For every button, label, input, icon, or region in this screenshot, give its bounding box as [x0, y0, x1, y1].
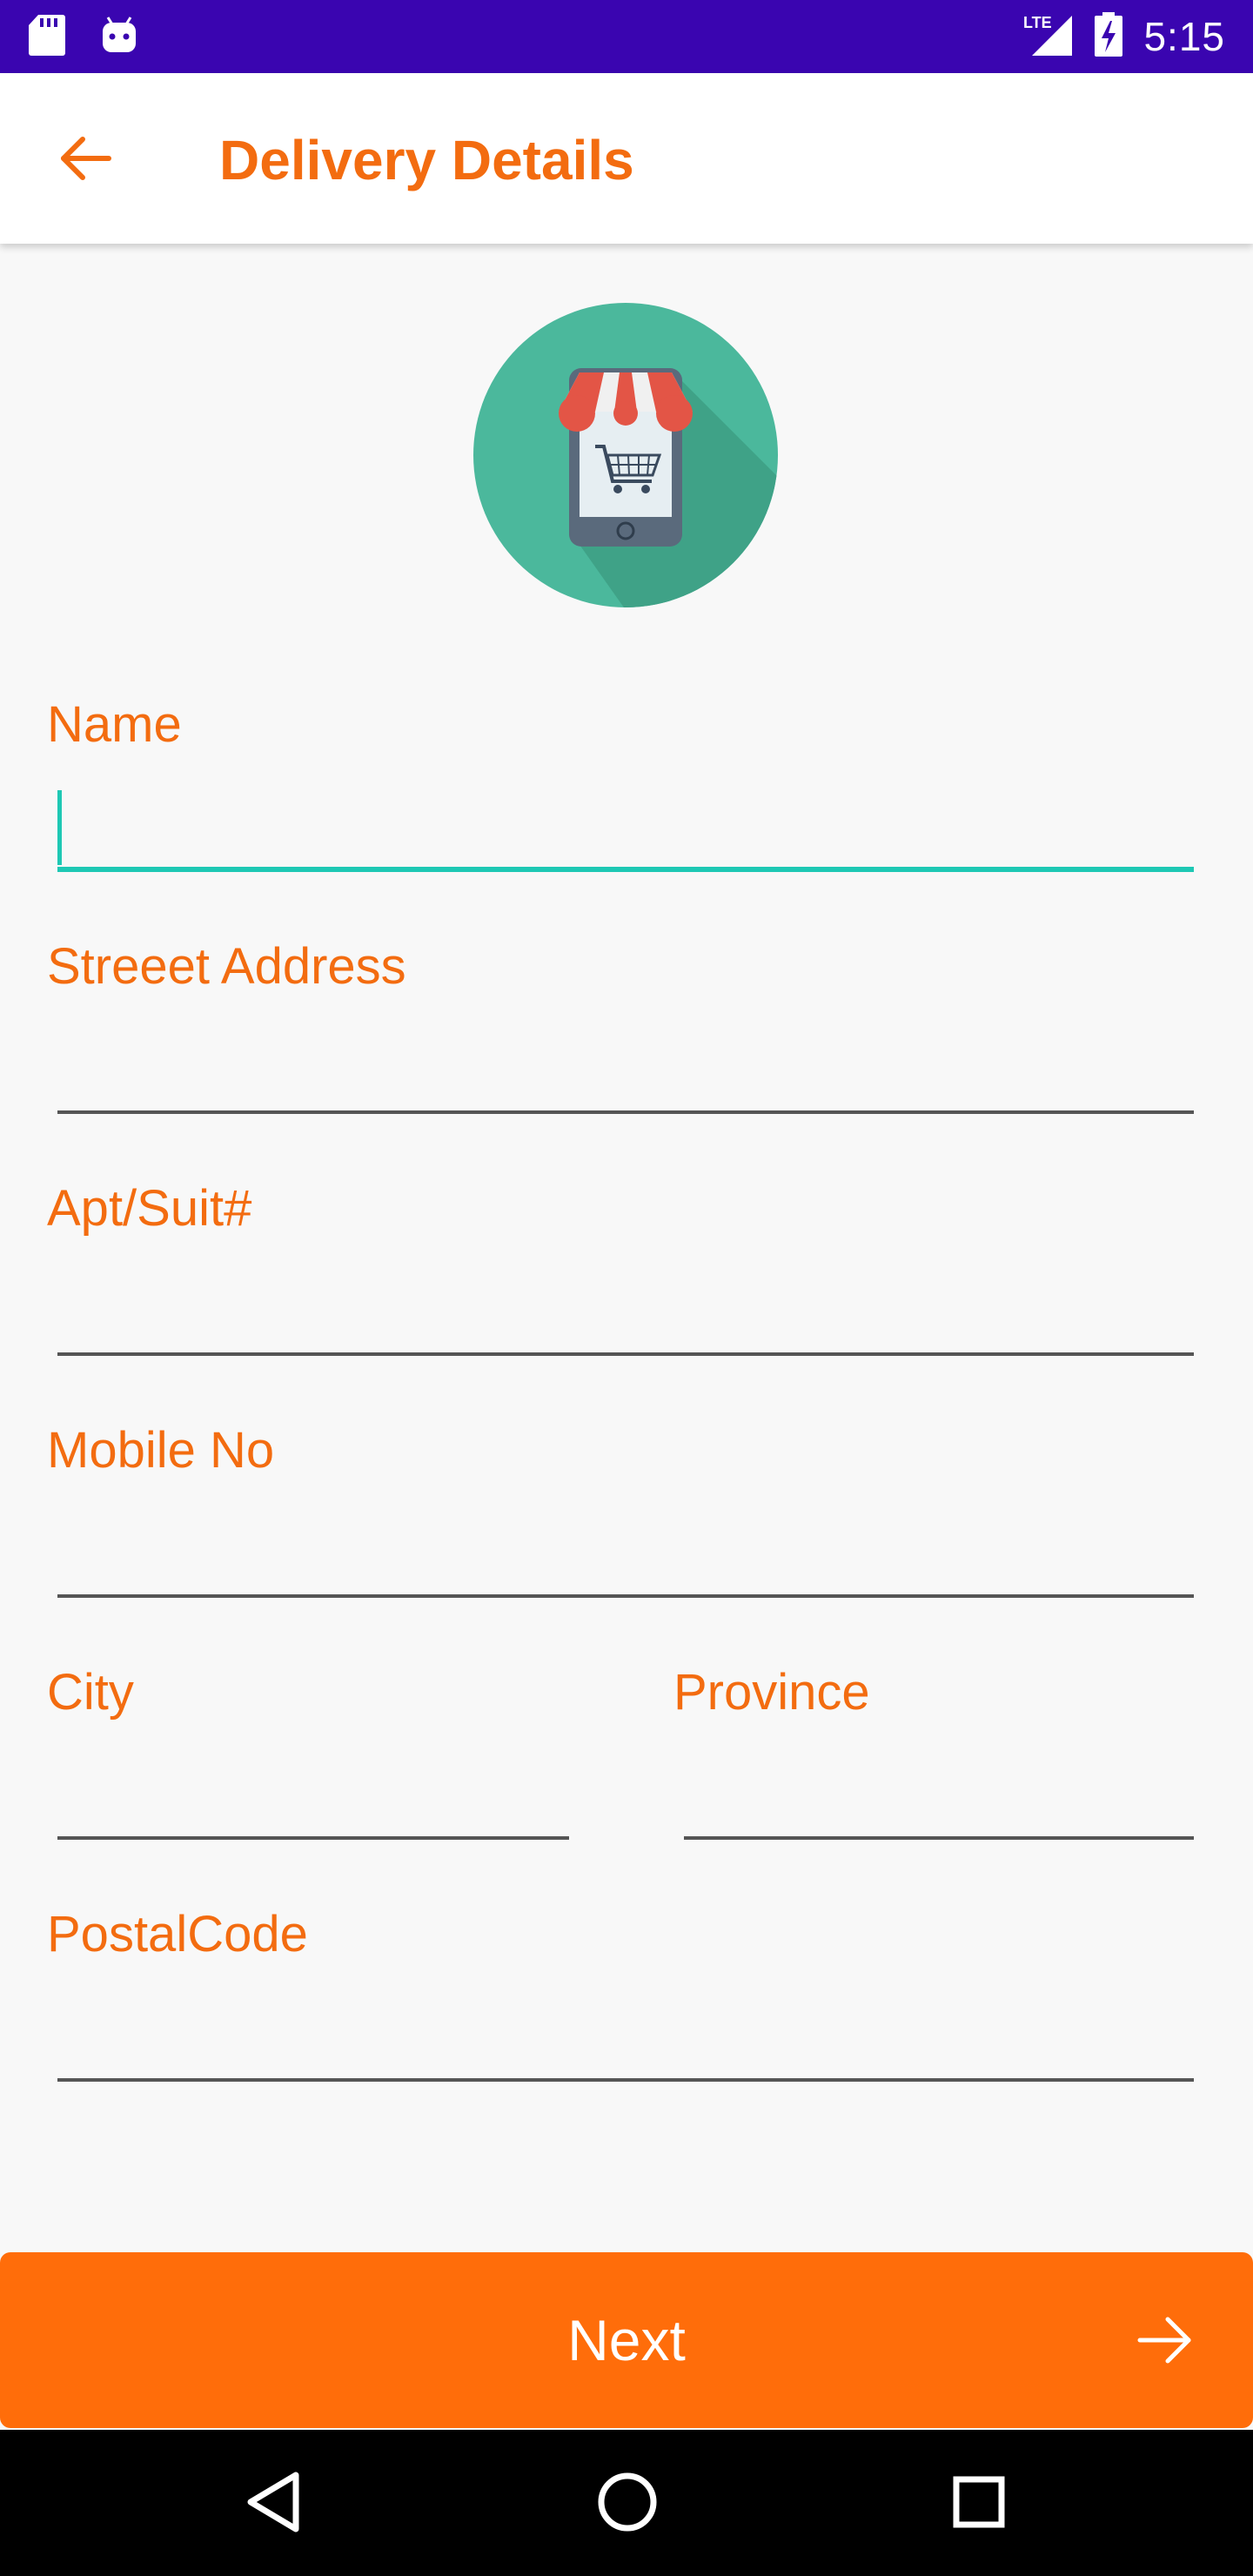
sd-card-icon: [28, 13, 66, 61]
status-bar: LTE 5:15: [0, 0, 1253, 73]
next-button-label: Next: [567, 2308, 686, 2372]
mobile-no-label: Mobile No: [47, 1422, 275, 1479]
arrow-left-icon: [61, 137, 111, 180]
android-icon: [101, 16, 137, 58]
nav-home-button[interactable]: [588, 2463, 667, 2541]
city-input[interactable]: [57, 1756, 569, 1840]
postal-code-label: PostalCode: [47, 1906, 308, 1962]
status-time: 5:15: [1143, 14, 1225, 59]
mobile-shop-cart-icon: [473, 303, 778, 607]
postal-code-input[interactable]: [57, 1998, 1194, 2082]
back-button[interactable]: [52, 125, 118, 191]
network-label: LTE: [1023, 14, 1052, 31]
system-nav-bar: [0, 2430, 1253, 2576]
signal-icon: LTE: [1020, 12, 1074, 62]
province-input[interactable]: [684, 1756, 1194, 1840]
name-label: Name: [47, 696, 182, 753]
street-address-label: Streeet Address: [47, 938, 406, 995]
arrow-right-icon: [1137, 2317, 1191, 2364]
page-title: Delivery Details: [219, 129, 634, 191]
nav-back-button[interactable]: [235, 2463, 313, 2541]
battery-icon: [1093, 11, 1124, 62]
next-button[interactable]: Next: [0, 2252, 1253, 2428]
mobile-no-input[interactable]: [57, 1514, 1194, 1598]
home-circle-icon: [598, 2472, 657, 2532]
back-triangle-icon: [247, 2472, 299, 2532]
shop-logo: [473, 303, 778, 607]
name-input[interactable]: [57, 788, 1194, 872]
city-label: City: [47, 1664, 134, 1721]
apt-suite-input[interactable]: [57, 1272, 1194, 1356]
apt-suite-label: Apt/Suit#: [47, 1180, 252, 1237]
recents-square-icon: [953, 2476, 1005, 2528]
nav-recents-button[interactable]: [940, 2463, 1018, 2541]
delivery-details-screen: LTE 5:15 Delivery Details Name Streeet A…: [0, 0, 1253, 2576]
province-label: Province: [673, 1664, 870, 1721]
app-bar: Delivery Details: [0, 73, 1253, 244]
street-address-input[interactable]: [57, 1030, 1194, 1114]
text-cursor: [57, 790, 62, 865]
